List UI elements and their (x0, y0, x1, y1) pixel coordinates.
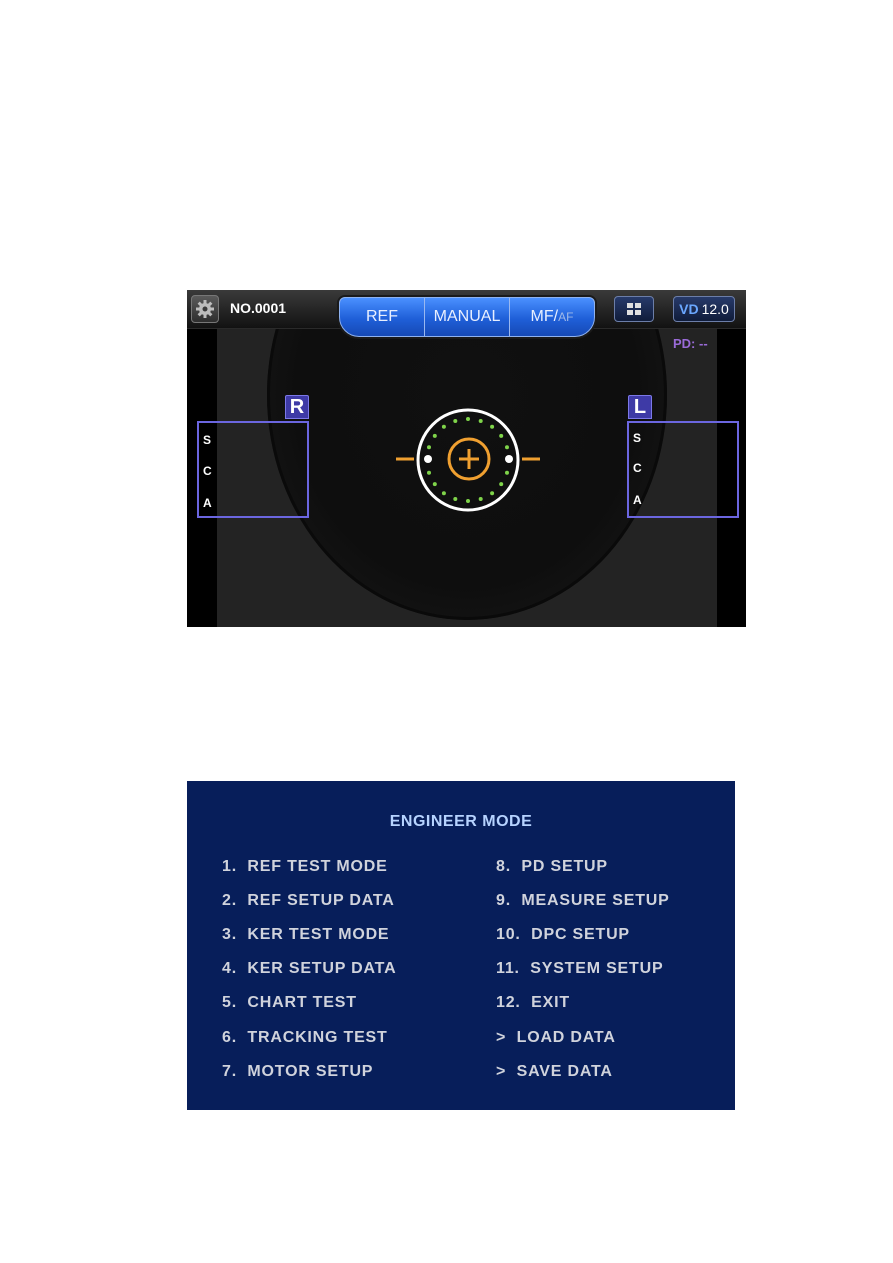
mf-af-mode-button[interactable]: MF/AF (510, 298, 594, 336)
right-eye-tag: R (285, 395, 309, 419)
mf-label: MF/ (530, 308, 559, 325)
axis-label: A (203, 496, 212, 510)
menu-item-measure-setup[interactable]: 9. MEASURE SETUP (496, 892, 670, 910)
af-label: AF (558, 310, 574, 324)
ring-dot (499, 482, 504, 487)
ring-dot (441, 424, 446, 429)
menu-item-save-data[interactable]: > SAVE DATA (496, 1063, 613, 1081)
engineer-mode-title: ENGINEER MODE (389, 813, 533, 830)
vd-value: 12.0 (701, 301, 729, 317)
left-eye-panel: S C A (627, 421, 739, 518)
ring-dot (490, 424, 495, 429)
ring-dot (453, 497, 458, 501)
ring-dot (499, 433, 504, 438)
sphere-label: S (203, 433, 212, 447)
manual-mode-button[interactable]: MANUAL (425, 298, 510, 336)
ring-dot (466, 417, 470, 421)
menu-item-ref-test-mode[interactable]: 1. REF TEST MODE (222, 858, 388, 876)
ring-dot (466, 499, 470, 503)
menu-item-system-setup[interactable]: 11. SYSTEM SETUP (496, 960, 663, 978)
ring-dot (427, 445, 431, 450)
menu-item-ker-test-mode[interactable]: 3. KER TEST MODE (222, 926, 389, 944)
ring-dot (478, 419, 483, 423)
cylinder-label: C (633, 461, 642, 475)
axis-label: A (633, 493, 642, 507)
ring-dot (490, 491, 495, 496)
layout-button[interactable] (614, 296, 654, 322)
ring-dot (432, 482, 437, 487)
ring-dot (441, 491, 446, 496)
pd-readout: PD: -- (673, 336, 708, 351)
engineer-mode-screen: ENGINEER MODE 1. REF TEST MODE 2. REF SE… (187, 781, 735, 1110)
menu-item-load-data[interactable]: > LOAD DATA (496, 1029, 616, 1047)
menu-item-ker-setup-data[interactable]: 4. KER SETUP DATA (222, 960, 396, 978)
manual-label: MANUAL (433, 308, 501, 325)
ring-dot (427, 470, 431, 475)
right-reflex (505, 455, 513, 463)
menu-item-motor-setup[interactable]: 7. MOTOR SETUP (222, 1063, 373, 1081)
vd-button[interactable]: VD 12.0 (673, 296, 735, 322)
cylinder-label: C (203, 464, 212, 478)
left-eye-tag: L (628, 395, 652, 419)
menu-item-tracking-test[interactable]: 6. TRACKING TEST (222, 1029, 388, 1047)
ring-dot (478, 497, 483, 501)
menu-item-exit[interactable]: 12. EXIT (496, 994, 570, 1012)
mode-selector: REF MANUAL MF/AF (339, 297, 595, 337)
patient-number: NO.0001 (230, 300, 287, 316)
ring-dot (505, 445, 509, 450)
ring-dot (432, 433, 437, 438)
settings-button[interactable] (191, 295, 219, 323)
ref-mode-button[interactable]: REF (340, 298, 425, 336)
gear-icon (196, 300, 214, 318)
grid-icon (627, 303, 641, 315)
ring-dot (453, 419, 458, 423)
menu-item-ref-setup-data[interactable]: 2. REF SETUP DATA (222, 892, 395, 910)
left-reflex (424, 455, 432, 463)
alignment-target (396, 408, 540, 512)
sphere-label: S (633, 431, 642, 445)
menu-item-chart-test[interactable]: 5. CHART TEST (222, 994, 357, 1012)
measurement-screen: NO.0001 REF MANUAL MF/AF VD 12.0 PD: -- … (187, 290, 746, 627)
right-eye-panel: S C A (197, 421, 309, 518)
menu-item-dpc-setup[interactable]: 10. DPC SETUP (496, 926, 630, 944)
vd-label: VD (679, 301, 699, 317)
top-bar: NO.0001 REF MANUAL MF/AF VD 12.0 (187, 290, 746, 337)
ring-dot (505, 470, 509, 475)
menu-item-pd-setup[interactable]: 8. PD SETUP (496, 858, 608, 876)
ref-label: REF (366, 308, 398, 325)
